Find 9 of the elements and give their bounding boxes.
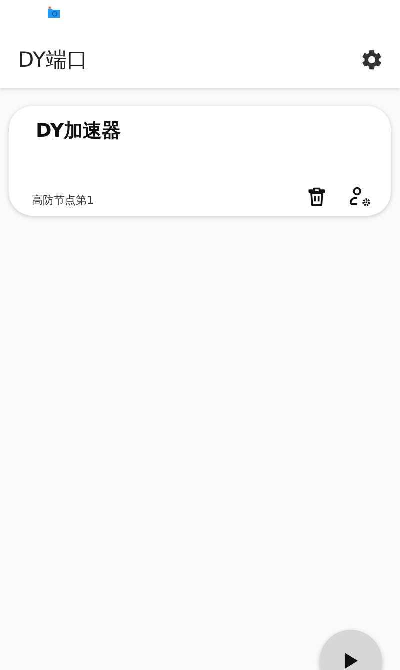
trash-icon[interactable] xyxy=(306,186,328,208)
app-icon xyxy=(47,6,61,19)
profile-card[interactable]: DY加速器 高防节点第1 xyxy=(9,106,391,216)
profile-subtitle: 高防节点第1 xyxy=(32,192,95,208)
profile-name: DY加速器 xyxy=(36,119,122,144)
settings-icon[interactable] xyxy=(360,48,384,72)
play-icon xyxy=(343,652,359,670)
user-settings-icon[interactable] xyxy=(349,186,373,208)
app-title: DY端口 xyxy=(18,47,88,74)
